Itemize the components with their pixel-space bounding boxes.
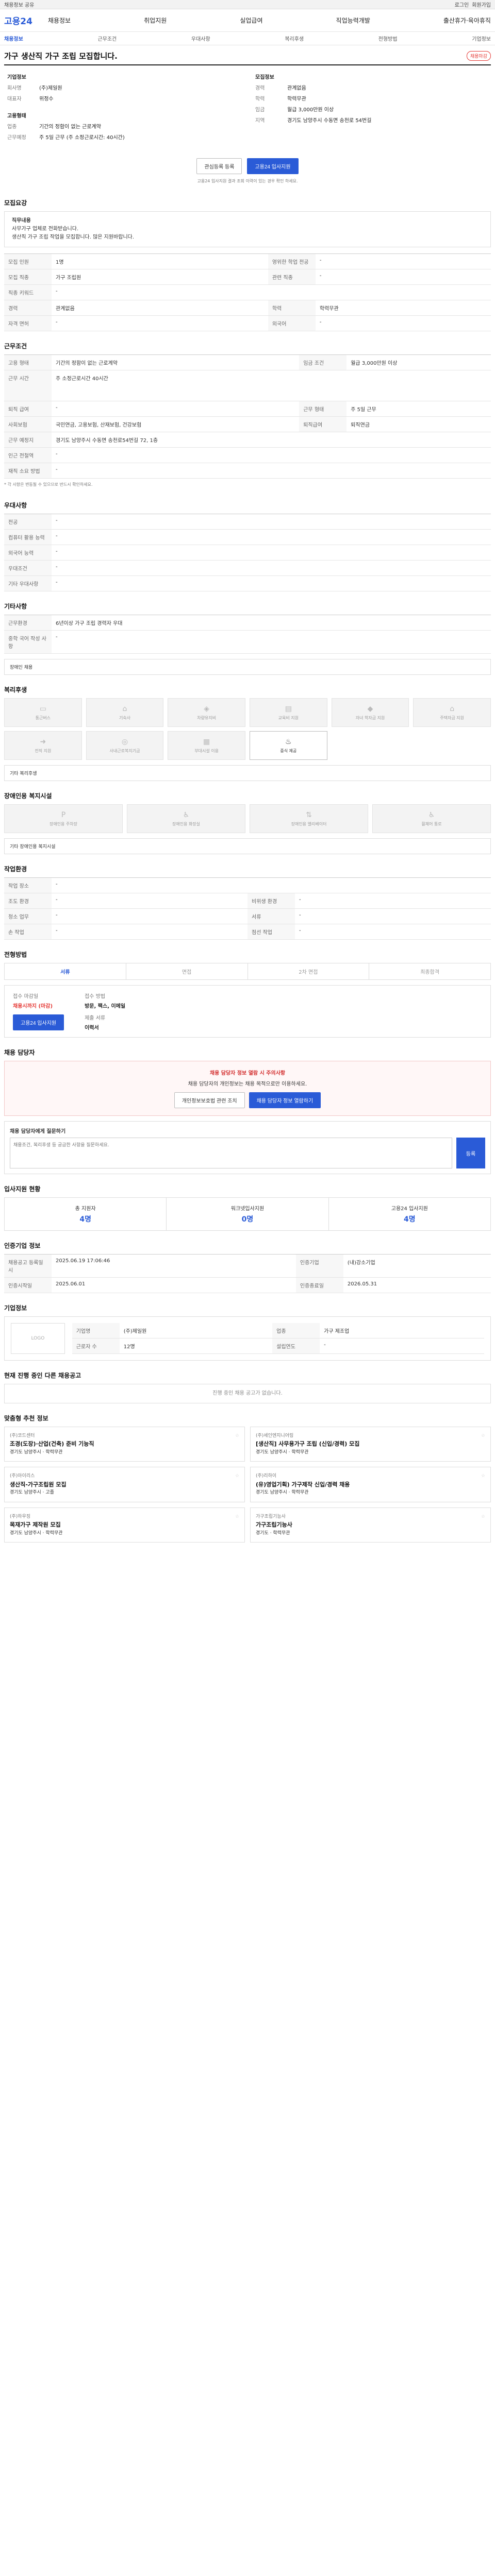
- job-title: 가구 생산직 가구 조립 모집합니다.: [4, 52, 118, 61]
- view-contact-button[interactable]: 채용 담당자 정보 열람하기: [249, 1092, 321, 1108]
- company-name: (주)제일원: [39, 86, 62, 91]
- welfare-tile: ⌂ 주택자금 지원: [413, 698, 491, 727]
- recommend-card[interactable]: ☆ (주)코드센터 조경(도장)·산업(건축) 준비 기능직 경기도 남양주시 · 학…: [4, 1427, 245, 1462]
- work-env-section: 작업환경 작업 장소 - 조도 환경 - 비위생 환경 - 청소 업무 - 서류 - 손 작업…: [0, 857, 495, 943]
- job-summary: 기업정보 회사명 (주)제일원 대표자 위정수 고용형태 업종 기간의 정함이 없는 …: [0, 65, 495, 149]
- question-input[interactable]: [10, 1138, 452, 1168]
- job-summary-title: 모집정보: [255, 75, 274, 80]
- car-icon: ◈: [204, 704, 210, 713]
- elevator-icon: ⇅: [306, 810, 312, 819]
- job-header: 가구 생산직 가구 조립 모집합니다. 채용마감: [0, 45, 495, 64]
- apply-hint: 고용24 입사지원 결과 조회 이력이 있는 경우 확인 하세요.: [197, 179, 298, 183]
- contact-alert: 채용 담당자 정보 열람 시 주의사항 채용 담당자의 개인정보는 채용 목적으…: [4, 1061, 491, 1116]
- fund-icon: ◎: [121, 737, 128, 746]
- preferences-section: 우대사항 전공 - 컴퓨터 활용 능력 - 외국어 능력 - 우대조건 - 기타 우대사…: [0, 494, 495, 595]
- scrap-button[interactable]: 관심등록 등록: [196, 158, 242, 174]
- qa-box: 채용 담당자에게 질문하기 등록: [4, 1121, 491, 1174]
- global-nav: 고용24 채용정보 취업지원 실업급여 직업능력개발 출산휴가·육아휴직: [0, 9, 495, 32]
- tab-preferences[interactable]: 우대사항: [191, 35, 210, 42]
- site-logo[interactable]: 고용24: [4, 14, 32, 27]
- preferences-table: 전공 - 컴퓨터 활용 능력 - 외국어 능력 - 우대조건 - 기타 우대사항 -: [4, 514, 491, 591]
- status-section: 입사지원 현황 총 지원자 4명 워크넷입사지원 0명 고용24 입사지원 4명: [0, 1177, 495, 1234]
- login-link[interactable]: 로그인: [455, 1, 469, 8]
- arrow-icon: ➜: [40, 737, 46, 746]
- house-icon: ⌂: [122, 704, 127, 713]
- gnb-item-training[interactable]: 직업능력개발: [336, 16, 370, 25]
- gnb-item-support[interactable]: 취업지원: [144, 16, 167, 25]
- tab-company[interactable]: 기업정보: [472, 35, 491, 42]
- tab-process[interactable]: 전형방법: [378, 35, 398, 42]
- job-description: 직무내용 사무가구 업체로 전화받습니다. 생산직 가구 조립 작업을 모집합니…: [4, 211, 491, 247]
- contact-section: 채용 담당자 채용 담당자 정보 열람 시 주의사항 채용 담당자의 개인정보는…: [0, 1041, 495, 1177]
- etc-table: 근무환경 6년이상 가구 조립 경력자 우대 중학 국어 작성 사항 -: [4, 615, 491, 654]
- facility-icon: ▦: [203, 737, 210, 746]
- star-icon: ☆: [235, 1514, 239, 1519]
- topbar: 채용정보 공유 로그인 회원가입: [0, 0, 495, 9]
- disabled-hire-note: 장애인 채용: [4, 659, 491, 675]
- other-jobs-section: 현재 진행 중인 다른 채용공고 진행 중인 채용 공고가 없습니다.: [0, 1364, 495, 1406]
- recommend-card[interactable]: ☆ (주)세인엔지니어링 [생산직] 사무용가구 조립 (신입/경력) 모집 경기도 …: [250, 1427, 491, 1462]
- welfare-tile: ▦ 부대시설 이용: [168, 731, 245, 760]
- star-icon: ☆: [235, 1473, 239, 1479]
- recommend-card[interactable]: ☆ (주)하우징 목재가구 제작원 모집 경기도 남양주시 · 학력무관: [4, 1507, 245, 1543]
- signup-link[interactable]: 회원가입: [472, 1, 491, 8]
- conditions-table: 고용 형태 기간의 정함이 없는 근로계약 임금 조건 월급 3,000만원 이상 근…: [4, 354, 491, 479]
- gnb-item-leave[interactable]: 출산휴가·육아휴직: [443, 16, 491, 25]
- welfare-section: 복리후생 ▭ 통근버스 ⌂ 기숙사 ◈ 차량유지비 ▤ 교육비 지원 ◆ 자녀 학자금 지…: [0, 678, 495, 784]
- star-icon: ☆: [481, 1473, 485, 1479]
- wheelchair-icon: ♿: [428, 810, 435, 819]
- status-badge: 채용마감: [466, 51, 491, 61]
- tab-welfare[interactable]: 복리후생: [285, 35, 304, 42]
- welfare-other: 기타 복리후생: [4, 765, 491, 781]
- welfare-tile: ◆ 자녀 학자금 지원: [331, 698, 409, 727]
- welfare-tile: ◈ 차량유지비: [168, 698, 245, 727]
- recommend-card[interactable]: ☆ (주)아이리스 생산직-가구조립원 모집 경기도 남양주시 · 고졸: [4, 1467, 245, 1502]
- topbar-notice: 채용정보 공유: [4, 3, 35, 8]
- recommend-card[interactable]: ☆ (주)리하이 (유)영업기획) 가구제작 신입/경력 채용 경기도 남양주시 · …: [250, 1467, 491, 1502]
- book-icon: ▤: [285, 704, 292, 713]
- disabled-facility-section: 장애인용 복지시설 P 장애인용 주차장 ♿ 장애인용 화장실 ⇅ 장애인용 엘리베이…: [0, 784, 495, 857]
- certification-section: 인증기업 정보 채용공고 등록일시 2025.06.19 17:06:46 인증기업…: [0, 1234, 495, 1296]
- gnb-item-jobs[interactable]: 채용정보: [48, 16, 71, 25]
- gnb-item-benefit[interactable]: 실업급여: [240, 16, 262, 25]
- privacy-button[interactable]: 개인정보보호법 관련 조치: [174, 1092, 245, 1108]
- tab-jobinfo[interactable]: 채용정보: [4, 35, 23, 42]
- home-icon: ⌂: [450, 704, 455, 713]
- section-nav: 채용정보 근무조건 우대사항 복리후생 전형방법 기업정보: [0, 32, 495, 45]
- company-section: 기업정보 LOGO 기업명 (주)제일원 업종 가구 제조업 근로자 수 12명 설립연도…: [0, 1296, 495, 1364]
- company-logo: LOGO: [11, 1323, 65, 1354]
- toilet-icon: ♿: [183, 810, 190, 819]
- disabled-other: 기타 장애인용 복지시설: [4, 838, 491, 854]
- requirements-table: 모집 인원 1명 영위한 학업 전공 - 모집 직종 가구 조립원 관련 직종 - 직종 키…: [4, 253, 491, 331]
- apply-info: 접수 마감일 채용시까지 (마감) 고용24 입사지원 접수 방법 방문, 팩스, …: [4, 985, 491, 1038]
- star-icon: ☆: [481, 1514, 485, 1519]
- tab-conditions[interactable]: 근무조건: [97, 35, 117, 42]
- star-icon: ☆: [235, 1433, 239, 1438]
- welfare-tile: ▤ 교육비 지원: [250, 698, 327, 727]
- process-section: 전형방법 서류 면접 2차 면접 최종합격 접수 마감일 채용시까지 (마감) 고용24…: [0, 943, 495, 1041]
- parking-icon: P: [61, 810, 66, 819]
- welfare-tile-active: ♨ 중식 제공: [250, 731, 327, 760]
- etc-section: 기타사항 근무환경 6년이상 가구 조립 경력자 우대 중학 국어 작성 사항 - …: [0, 595, 495, 678]
- welfare-tile: ⌂ 기숙사: [86, 698, 164, 727]
- work-env-table: 작업 장소 - 조도 환경 - 비위생 환경 - 청소 업무 - 서류 - 손 작업 - 점선 작…: [4, 877, 491, 940]
- welfare-tile: ▭ 통근버스: [4, 698, 82, 727]
- star-icon: ☆: [481, 1433, 485, 1438]
- company-summary-title: 기업정보: [7, 75, 26, 80]
- recruit-section: 모집요강 직무내용 사무가구 업체로 전화받습니다. 생산직 가구 조립 작업을…: [0, 191, 495, 334]
- apply-button[interactable]: 고용24 입사지원: [247, 158, 299, 174]
- recommend-section: 맞춤형 추천 정보 ☆ (주)코드센터 조경(도장)·산업(건축) 준비 기능직 경기…: [0, 1406, 495, 1546]
- recommend-card[interactable]: ☆ 가구조립기능사 가구조립기능사 경기도 · 학력무관: [250, 1507, 491, 1543]
- welfare-tile: ◎ 사내근로복지기금: [86, 731, 164, 760]
- cap-icon: ◆: [367, 704, 373, 713]
- apply-button-2[interactable]: 고용24 입사지원: [13, 1014, 64, 1030]
- process-steps: 서류 면접 2차 면접 최종합격: [4, 963, 491, 980]
- question-submit-button[interactable]: 등록: [456, 1138, 485, 1168]
- bus-icon: ▭: [39, 704, 46, 713]
- welfare-tile: ➜ 전직 지원: [4, 731, 82, 760]
- meal-icon: ♨: [285, 737, 292, 746]
- conditions-section: 근무조건 고용 형태 기간의 정함이 없는 근로계약 임금 조건 월급 3,000만원…: [0, 334, 495, 494]
